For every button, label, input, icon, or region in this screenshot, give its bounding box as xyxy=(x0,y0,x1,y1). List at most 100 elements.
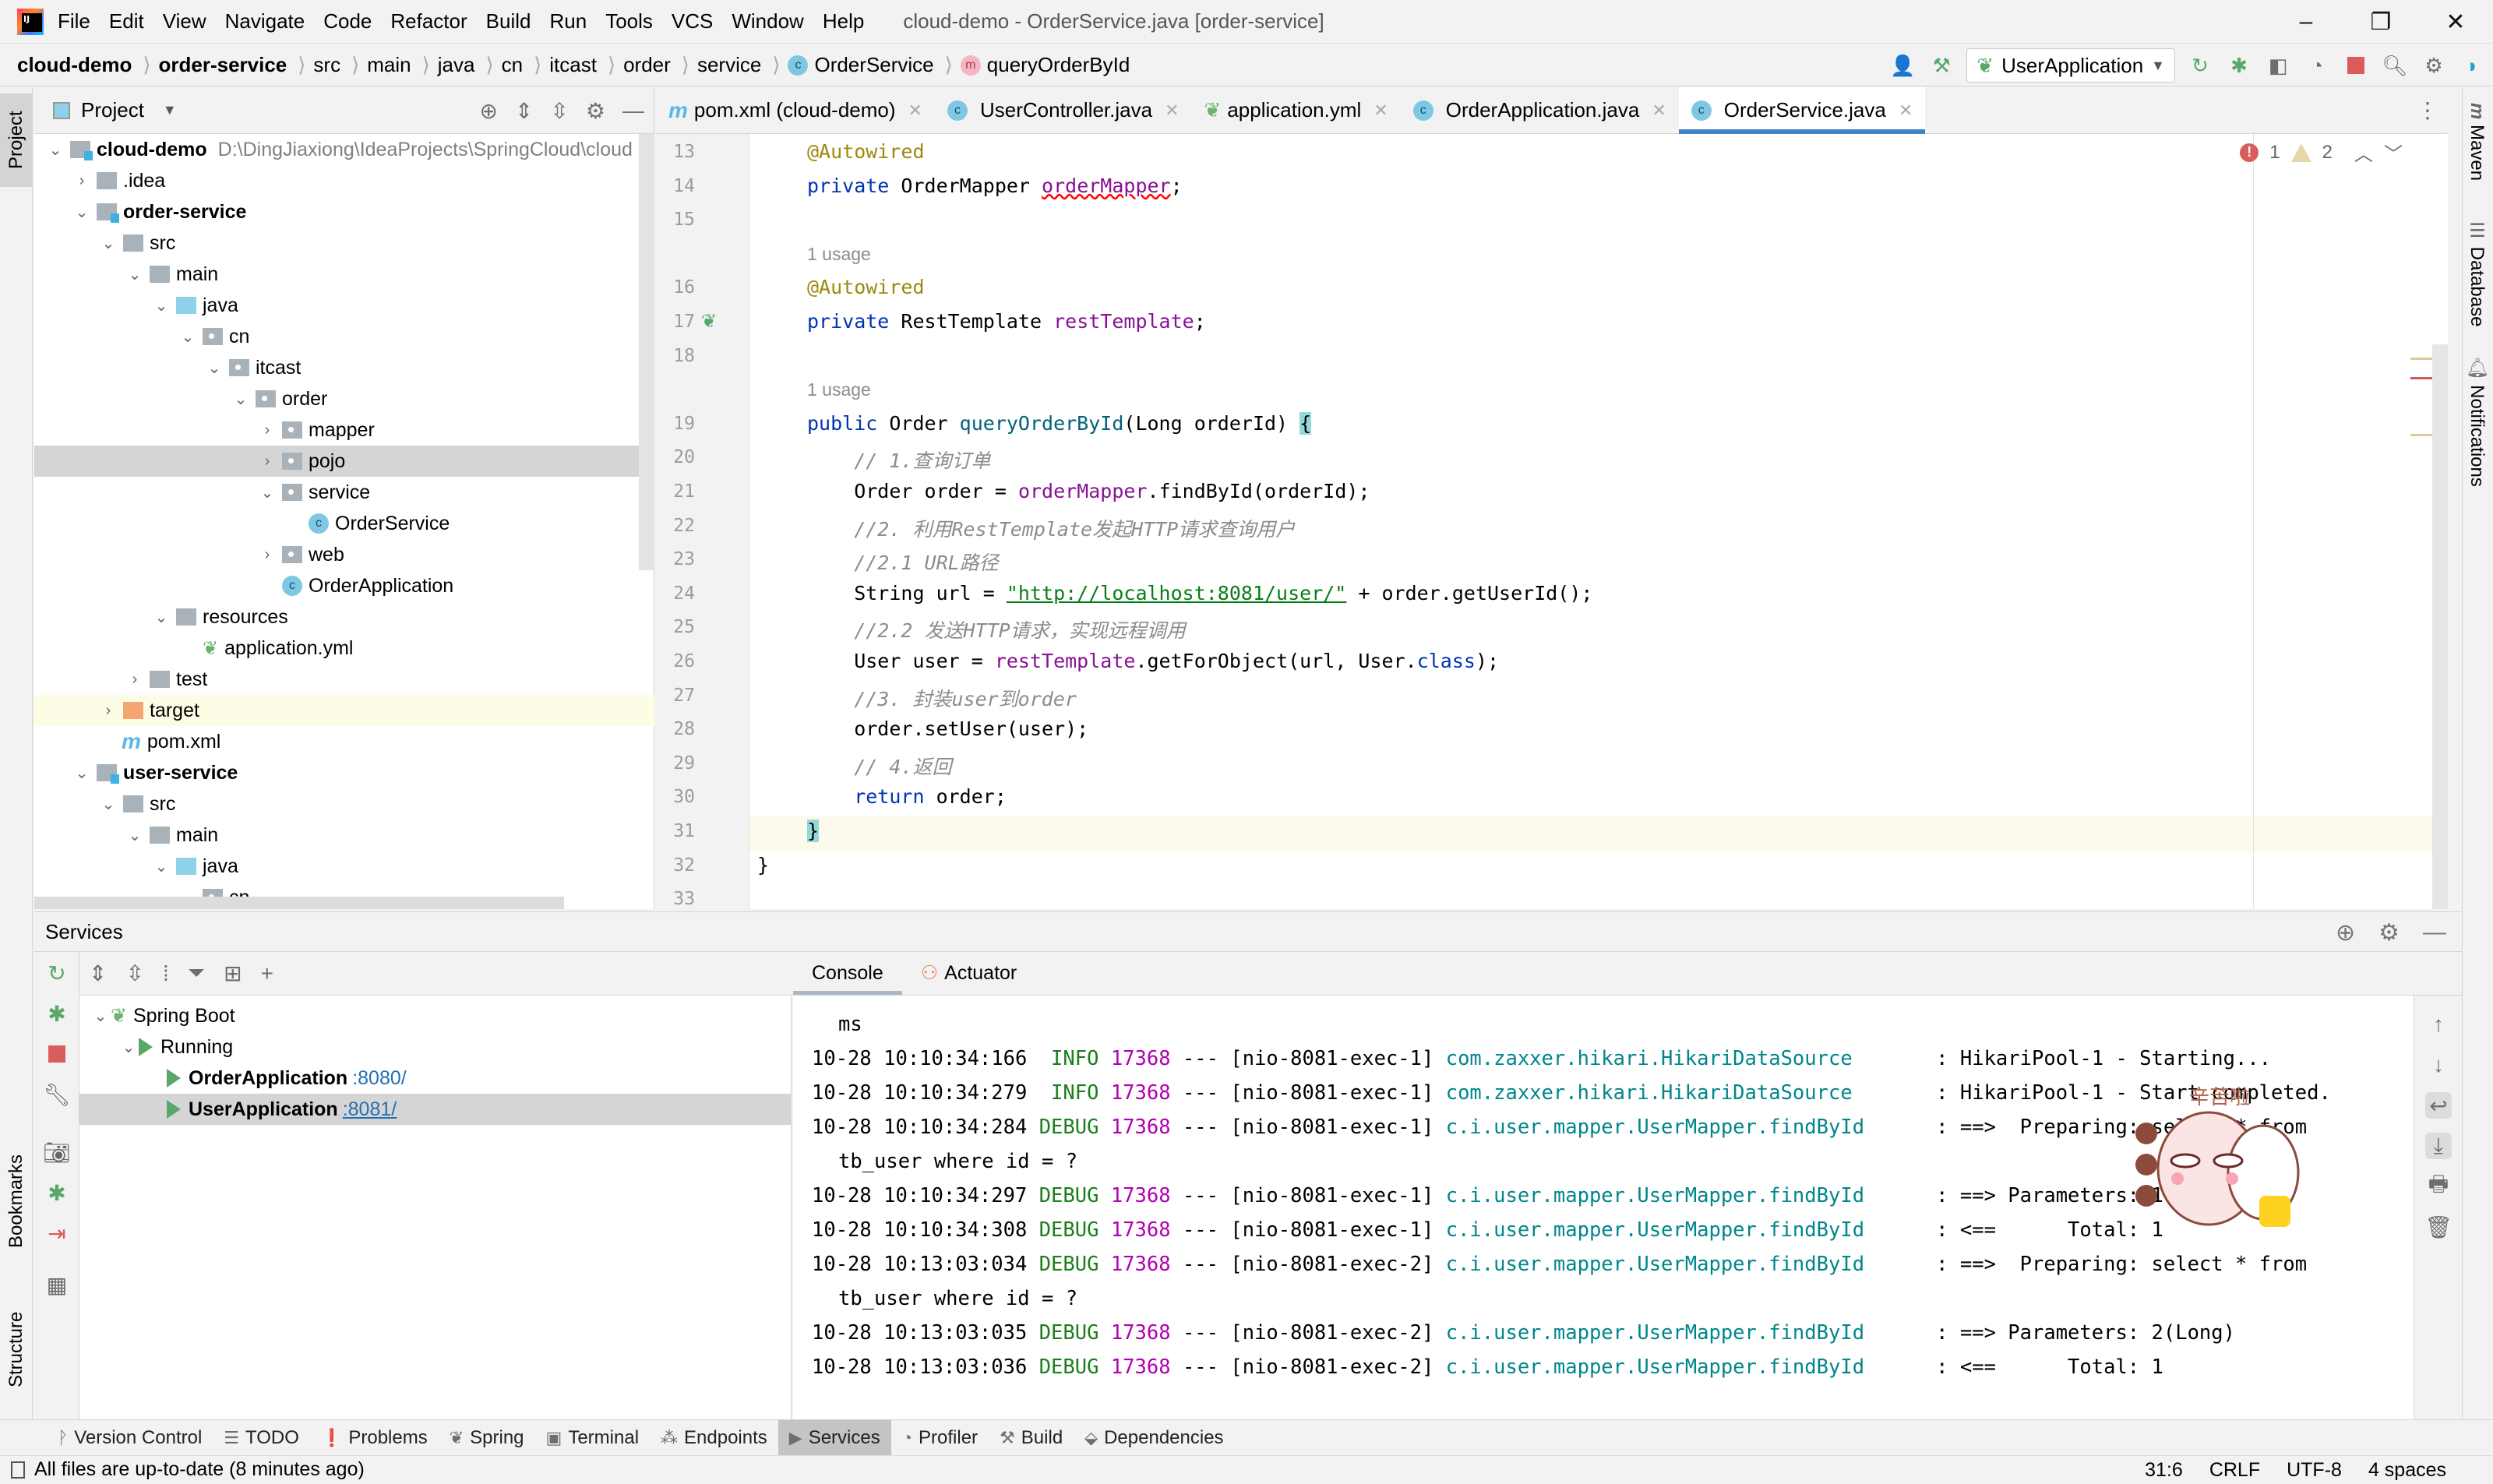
clear-console-icon[interactable]: 🗑︎ xyxy=(2424,1214,2452,1240)
chevron-right-icon[interactable]: › xyxy=(72,172,92,190)
tool-tab-services[interactable]: ▶ Services xyxy=(778,1419,891,1456)
tool-tab-spring[interactable]: ❦ Spring xyxy=(439,1420,535,1456)
layout-icon[interactable]: ▦ xyxy=(44,1271,70,1298)
restore-button[interactable]: ❐ xyxy=(2343,0,2418,44)
log-logger[interactable]: c.i.user.mapper.UserMapper.findById xyxy=(1446,1184,1924,1207)
chevron-right-icon[interactable]: › xyxy=(98,702,118,720)
spring-bean-icon[interactable]: ❦ xyxy=(701,310,717,333)
service-port-link[interactable]: :8080/ xyxy=(352,1067,407,1090)
project-tree-item[interactable]: ⌄ main xyxy=(34,820,654,851)
service-tree-item[interactable]: OrderApplication:8080/ xyxy=(79,1063,792,1094)
coverage-icon[interactable]: ◧ xyxy=(2264,51,2292,79)
editor-tab[interactable]: c OrderApplication.java ✕ xyxy=(1401,87,1679,134)
settings-icon[interactable]: ⚙ xyxy=(2420,51,2448,79)
menu-build[interactable]: Build xyxy=(486,9,531,33)
chevron-right-icon[interactable]: › xyxy=(257,421,277,439)
hide-panel-icon[interactable]: — xyxy=(2423,919,2446,946)
scroll-down-icon[interactable]: ↓ xyxy=(2425,1052,2452,1078)
project-tree-item[interactable]: ⌄ java xyxy=(34,851,654,882)
usage-hint[interactable]: 1 usage xyxy=(807,379,871,400)
line-separator[interactable]: CRLF xyxy=(2209,1459,2260,1482)
menu-edit[interactable]: Edit xyxy=(109,9,144,33)
group-by-icon[interactable]: ⁞ xyxy=(163,961,169,986)
breadcrumb-item[interactable]: c OrderService xyxy=(788,53,936,77)
chevron-down-icon[interactable]: ▼ xyxy=(163,102,177,118)
log-logger[interactable]: com.zaxxer.hikari.HikariDataSource xyxy=(1446,1047,1924,1070)
menu-navigate[interactable]: Navigate xyxy=(225,9,305,33)
chevron-down-icon[interactable]: ⌄ xyxy=(231,390,251,409)
debug-icon[interactable]: ✱ xyxy=(44,1000,70,1027)
project-tree-item[interactable]: ⌄ java xyxy=(34,290,654,321)
status-toggle-icon[interactable] xyxy=(11,1461,25,1479)
chevron-down-icon[interactable]: ⌄ xyxy=(72,763,92,783)
project-tool-tab[interactable]: Project xyxy=(0,93,33,187)
breadcrumb-item[interactable]: src xyxy=(313,53,344,77)
chevron-down-icon[interactable]: ⌄ xyxy=(257,483,277,502)
project-tree-item[interactable]: c OrderService xyxy=(34,508,654,539)
build-hammer-icon[interactable]: ⚒ xyxy=(1927,51,1955,79)
toolbox-icon[interactable]: ◗ xyxy=(2459,51,2487,79)
chevron-down-icon[interactable]: ⌄ xyxy=(151,608,171,627)
service-tree-item[interactable]: UserApplication:8081/ xyxy=(79,1094,792,1125)
console-tab-actuator[interactable]: ⚇ Actuator xyxy=(902,951,1036,995)
rerun-icon[interactable]: ↻ xyxy=(2186,51,2214,79)
breadcrumb-item[interactable]: cn xyxy=(502,53,526,77)
project-tree-item[interactable]: › mapper xyxy=(34,414,654,446)
project-tree-item[interactable]: ⌄ order xyxy=(34,383,654,414)
expand-all-icon[interactable]: ⇕ xyxy=(515,98,533,124)
tool-tab-version-control[interactable]: ᚹ Version Control xyxy=(47,1420,213,1456)
project-tree-item[interactable]: ⌄ main xyxy=(34,259,654,290)
project-tree-item[interactable]: ⌄ cn xyxy=(34,321,654,352)
menu-tools[interactable]: Tools xyxy=(605,9,653,33)
project-tree-item[interactable]: ❦ application.yml xyxy=(34,633,654,664)
project-tree-item[interactable]: c OrderApplication xyxy=(34,570,654,601)
project-tree-item[interactable]: ⌄ service xyxy=(34,477,654,508)
chevron-down-icon[interactable]: ⌄ xyxy=(204,358,224,378)
project-tree-item[interactable]: ⌄ user-service xyxy=(34,757,654,788)
next-highlight-icon[interactable]: ﹀ xyxy=(2384,139,2403,166)
project-tree-item[interactable]: › target xyxy=(34,695,654,726)
chevron-down-icon[interactable]: ⌄ xyxy=(72,203,92,222)
service-port-link[interactable]: :8081/ xyxy=(343,1098,397,1121)
menu-help[interactable]: Help xyxy=(823,9,864,33)
close-tab-icon[interactable]: ✕ xyxy=(1373,100,1388,121)
project-tree-item[interactable]: ⌄ resources xyxy=(34,601,654,633)
attach-debugger-icon[interactable]: ✱ xyxy=(44,1179,70,1206)
tool-tab-endpoints[interactable]: ⁂ Endpoints xyxy=(650,1420,778,1456)
log-logger[interactable]: c.i.user.mapper.UserMapper.findById xyxy=(1446,1253,1924,1276)
project-tree-item[interactable]: › pojo xyxy=(34,446,654,477)
chevron-down-icon[interactable]: ⌄ xyxy=(151,296,171,315)
file-encoding[interactable]: UTF-8 xyxy=(2287,1459,2342,1482)
log-logger[interactable]: c.i.user.mapper.UserMapper.findById xyxy=(1446,1321,1924,1345)
editor-tab[interactable]: c UserController.java ✕ xyxy=(935,87,1192,134)
close-tab-icon[interactable]: ✕ xyxy=(908,100,922,121)
editor-tab[interactable]: c OrderService.java ✕ xyxy=(1678,86,1926,134)
soft-wrap-icon[interactable]: ↩ xyxy=(2425,1092,2452,1119)
maven-tool-tab[interactable]: m Maven xyxy=(2466,103,2488,181)
gear-icon[interactable]: ⚙ xyxy=(586,98,605,124)
project-tree-item[interactable]: ⌄ cloud-demo D:\DingJiaxiong\IdeaProjects\… xyxy=(34,134,654,165)
import-icon[interactable]: ⇥ xyxy=(44,1220,70,1246)
menu-view[interactable]: View xyxy=(163,9,206,33)
project-tree-item[interactable]: ⌄ order-service xyxy=(34,196,654,227)
project-tree-item[interactable]: › test xyxy=(34,664,654,695)
breadcrumb-item[interactable]: cloud-demo xyxy=(17,53,135,77)
breadcrumb-item[interactable]: main xyxy=(367,53,414,77)
breadcrumb-item[interactable]: order-service xyxy=(159,53,291,77)
collapse-all-icon[interactable]: ⇳ xyxy=(550,98,568,124)
menu-refactor[interactable]: Refactor xyxy=(390,9,467,33)
hide-panel-icon[interactable]: — xyxy=(622,98,644,123)
add-service-icon[interactable]: + xyxy=(261,961,273,986)
chevron-down-icon[interactable]: ⌄ xyxy=(98,795,118,814)
run-configuration-selector[interactable]: ❦ UserApplication ▼ xyxy=(1966,48,2175,83)
chevron-right-icon[interactable]: › xyxy=(257,453,277,471)
tool-tab-problems[interactable]: ❗ Problems xyxy=(310,1420,439,1456)
search-icon[interactable]: 🔍︎ xyxy=(2381,51,2409,79)
debug-icon[interactable]: ✱ xyxy=(2225,51,2253,79)
breadcrumb-item[interactable]: order xyxy=(623,53,674,77)
close-tab-icon[interactable]: ✕ xyxy=(1652,100,1666,121)
project-tree-item[interactable]: ⌄ itcast xyxy=(34,352,654,383)
locate-file-icon[interactable]: ⊕ xyxy=(479,98,497,124)
locate-icon[interactable]: ⊕ xyxy=(2336,919,2355,946)
new-tab-icon[interactable]: ⊞ xyxy=(224,961,242,986)
